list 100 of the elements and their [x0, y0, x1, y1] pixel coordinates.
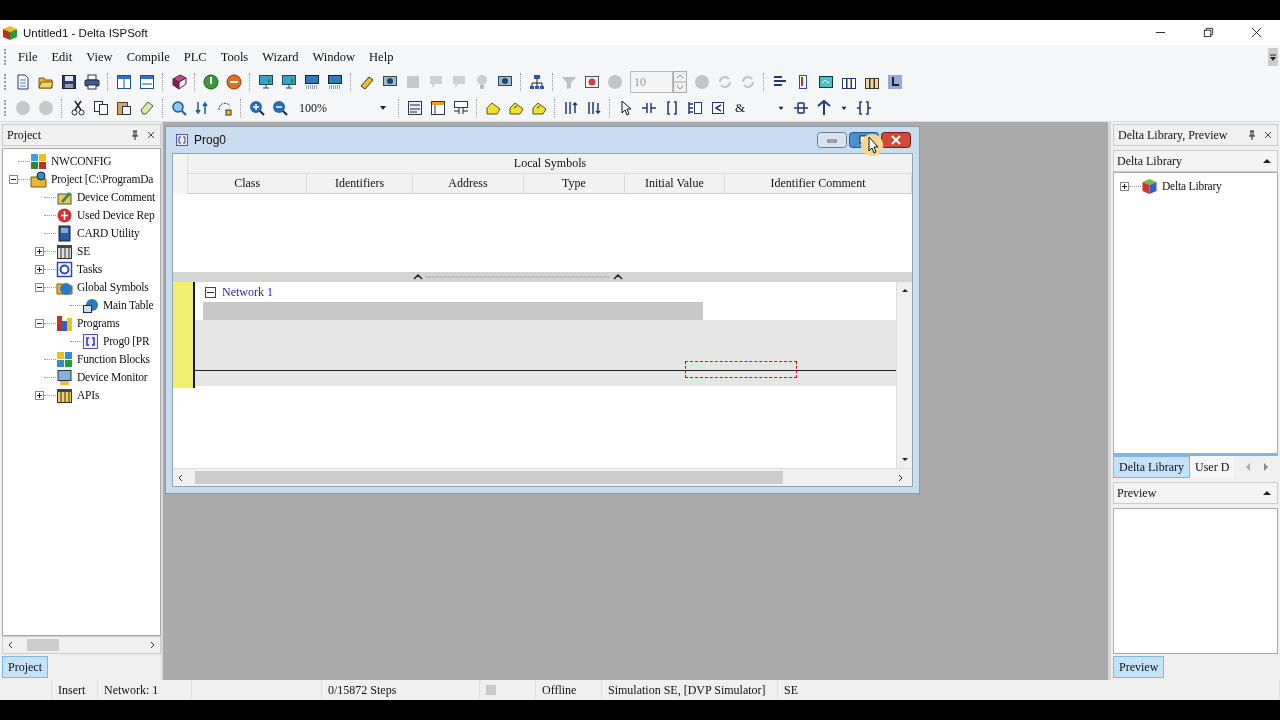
chip-monitor-icon[interactable]	[304, 74, 320, 90]
spinner-icon[interactable]	[673, 71, 687, 93]
tree-item[interactable]: Main Table	[103, 299, 154, 311]
camera-icon[interactable]	[584, 74, 600, 90]
scroll-up-icon[interactable]	[900, 286, 909, 294]
scroll-right-icon[interactable]	[896, 473, 904, 482]
tree-item[interactable]: Global Symbols	[77, 281, 149, 293]
vertical-line-icon[interactable]	[816, 100, 833, 116]
horizontal-scrollbar[interactable]	[2, 636, 161, 654]
tree-item[interactable]: SE	[77, 245, 91, 257]
restore-icon[interactable]	[1203, 27, 1214, 38]
column-header[interactable]: Identifier Comment	[725, 174, 913, 194]
monitor-icon[interactable]	[258, 74, 274, 90]
expander-icon[interactable]	[9, 174, 18, 184]
tab-scroll-right-icon[interactable]	[1262, 462, 1271, 472]
bracket-icon[interactable]	[856, 100, 873, 116]
menu-item[interactable]: File	[14, 49, 48, 65]
panel-tab[interactable]: User D	[1189, 456, 1235, 478]
column-header[interactable]: Identifiers	[307, 174, 413, 194]
minimize-button[interactable]	[817, 132, 847, 148]
column-header[interactable]: Type	[524, 174, 625, 194]
chip-monitor-icon[interactable]	[327, 74, 343, 90]
panes-icon[interactable]	[116, 74, 132, 90]
tree-item[interactable]: APIs	[77, 389, 100, 401]
block-icon[interactable]	[687, 100, 703, 116]
section-header[interactable]: Delta Library	[1113, 150, 1278, 172]
panel-tab[interactable]: Delta Library	[1113, 456, 1190, 478]
tree-item[interactable]: Prog0 [PR	[103, 335, 150, 347]
printer-icon[interactable]	[84, 74, 100, 90]
close-button[interactable]	[881, 132, 911, 148]
power-icon[interactable]	[203, 74, 219, 90]
collapse-icon[interactable]	[1263, 158, 1271, 164]
menu-item[interactable]: PLC	[179, 49, 217, 65]
and-symbol[interactable]: &	[733, 100, 770, 116]
scroll-thumb[interactable]	[27, 639, 59, 651]
menu-item[interactable]: Help	[365, 49, 404, 65]
horizontal-scrollbar[interactable]	[173, 468, 912, 486]
column-header[interactable]: Class	[188, 174, 308, 194]
collapse-icon[interactable]	[1263, 490, 1271, 496]
close-icon[interactable]	[1251, 27, 1262, 38]
menu-item[interactable]: View	[82, 49, 123, 65]
save-icon[interactable]	[61, 74, 77, 90]
scroll-left-icon[interactable]	[177, 473, 185, 482]
tree-item[interactable]: NWCONFIG	[51, 155, 112, 167]
tree-item[interactable]: Programs	[77, 317, 120, 329]
braces-icon[interactable]	[664, 100, 680, 116]
expander-icon[interactable]	[35, 246, 44, 256]
open-folder-icon[interactable]	[38, 74, 54, 90]
tree-item[interactable]: Delta Library	[1162, 180, 1222, 192]
contact-up-icon[interactable]	[563, 100, 579, 116]
pin-icon[interactable]	[130, 130, 140, 140]
pointer-icon[interactable]	[618, 100, 634, 116]
label-icon[interactable]	[531, 100, 547, 116]
menu-item[interactable]: Window	[308, 49, 366, 65]
tree-item[interactable]: Device Comment	[77, 191, 155, 203]
new-file-icon[interactable]	[15, 74, 31, 90]
copy-icon[interactable]	[93, 100, 109, 116]
tree-item[interactable]: CARD Utility	[77, 227, 140, 239]
menu-item[interactable]: Tools	[216, 49, 259, 65]
panel-tab[interactable]: Preview	[1113, 656, 1165, 678]
menu-item[interactable]: Wizard	[258, 49, 309, 65]
screen-icon[interactable]	[818, 74, 834, 90]
column-header[interactable]: Initial Value	[624, 174, 726, 194]
network-label[interactable]: Network 1	[222, 284, 273, 300]
key-icon[interactable]	[359, 74, 375, 90]
expander-icon[interactable]	[35, 264, 44, 274]
tree-item[interactable]: Function Blocks	[77, 353, 150, 365]
zoom-out-icon[interactable]	[272, 100, 288, 116]
label-icon[interactable]	[485, 100, 501, 116]
close-icon[interactable]	[1263, 130, 1273, 140]
scissors-icon[interactable]	[70, 100, 86, 116]
tree-item[interactable]: Device Monitor	[77, 371, 148, 383]
scroll-right-icon[interactable]	[148, 641, 156, 649]
eraser-icon[interactable]	[139, 100, 155, 116]
panel-tab[interactable]: Project	[2, 656, 48, 678]
jump-icon[interactable]	[217, 100, 233, 116]
menu-item[interactable]: Edit	[47, 49, 83, 65]
caret-icon[interactable]	[379, 104, 387, 112]
contact-icon[interactable]	[641, 100, 657, 116]
branch-icon[interactable]	[793, 100, 810, 116]
expander-icon[interactable]	[35, 282, 44, 292]
contact-down-icon[interactable]	[586, 100, 602, 116]
swap-icon[interactable]	[194, 100, 210, 116]
menu-item[interactable]: Compile	[122, 49, 180, 65]
stop-icon[interactable]	[226, 74, 242, 90]
search-icon[interactable]	[171, 100, 187, 116]
monitor-icon[interactable]	[281, 74, 297, 90]
form-icon[interactable]	[430, 100, 446, 116]
column-header[interactable]: Address	[412, 174, 525, 194]
dropdown-icon[interactable]	[1268, 48, 1278, 66]
section-header[interactable]: Preview	[1113, 482, 1278, 504]
expander-icon[interactable]	[1120, 181, 1129, 191]
window-icon[interactable]	[139, 74, 155, 90]
collapse-icon[interactable]	[205, 286, 216, 298]
label-icon[interactable]	[508, 100, 524, 116]
network-icon[interactable]	[529, 74, 545, 90]
function-icon[interactable]	[710, 100, 726, 116]
tree-item[interactable]: Used Device Rep	[77, 209, 155, 221]
close-icon[interactable]	[146, 130, 156, 140]
tree-item[interactable]: Tasks	[77, 263, 103, 275]
